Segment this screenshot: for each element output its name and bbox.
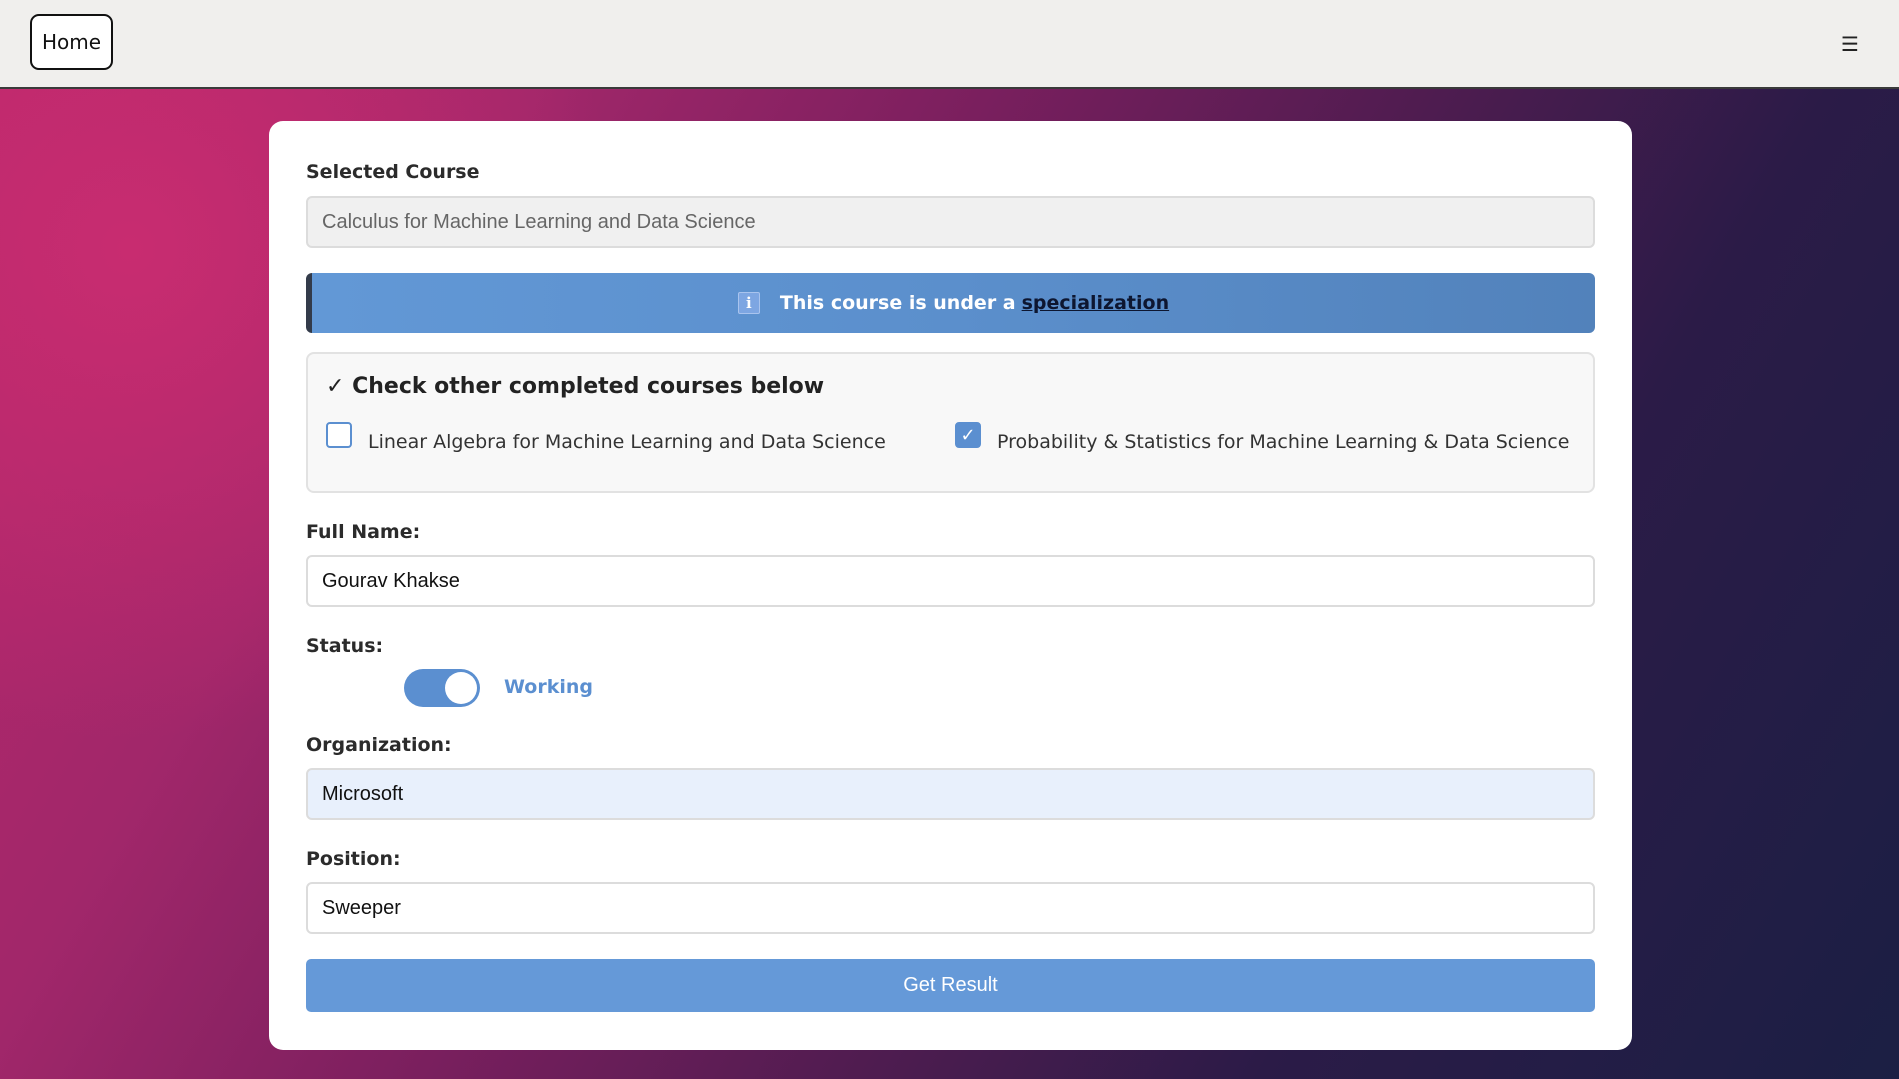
selected-course-field[interactable] [306, 196, 1595, 248]
form-card: Selected Course i This course is under a… [269, 121, 1632, 1050]
completed-courses-title: ✓ Check other completed courses below [326, 374, 825, 399]
status-label: Status: [306, 635, 384, 657]
checkbox-probability-statistics[interactable]: ✓ [955, 422, 981, 448]
specialization-info-banner: i This course is under a specialization [306, 273, 1595, 333]
organization-label: Organization: [306, 734, 452, 756]
get-result-button[interactable]: Get Result [306, 959, 1595, 1012]
hamburger-icon[interactable]: ☰ [1836, 30, 1864, 58]
checkbox-label-probability-statistics[interactable]: Probability & Statistics for Machine Lea… [997, 431, 1569, 453]
checkbox-linear-algebra[interactable] [326, 422, 352, 448]
organization-input[interactable] [306, 768, 1595, 820]
selected-course-label: Selected Course [306, 161, 480, 183]
info-icon: i [737, 292, 760, 314]
specialization-link[interactable]: specialization [1022, 292, 1169, 314]
position-input[interactable] [306, 882, 1595, 934]
status-toggle-label: Working [504, 676, 593, 698]
info-text: This course is under a [779, 292, 1016, 314]
checkmark-icon: ✓ [960, 424, 976, 446]
top-navbar: Home ☰ [0, 0, 1899, 89]
checkbox-label-linear-algebra[interactable]: Linear Algebra for Machine Learning and … [368, 431, 886, 453]
full-name-input[interactable] [306, 555, 1595, 607]
home-button[interactable]: Home [30, 14, 113, 70]
toggle-knob [445, 672, 477, 704]
completed-courses-panel: ✓ Check other completed courses below Li… [306, 352, 1595, 493]
position-label: Position: [306, 848, 401, 870]
status-toggle[interactable] [404, 669, 480, 707]
full-name-label: Full Name: [306, 521, 421, 543]
